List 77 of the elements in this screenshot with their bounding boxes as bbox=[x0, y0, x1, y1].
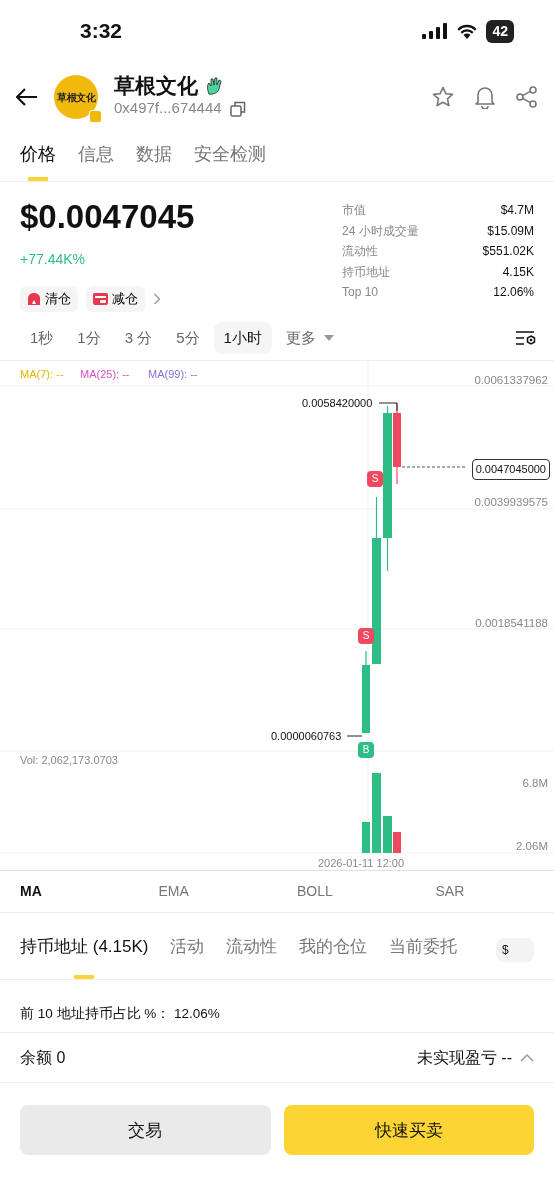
indicator-tab[interactable]: EMA bbox=[138, 880, 277, 903]
sell-marker: S bbox=[367, 471, 383, 487]
volume-axis-label: 6.8M bbox=[522, 776, 548, 791]
tab[interactable]: 流动性 bbox=[226, 920, 278, 979]
interval-tab[interactable]: 更多 bbox=[275, 321, 344, 354]
stat-label: 24 小时成交量 bbox=[342, 222, 419, 240]
indicator-tab[interactable]: BOLL bbox=[277, 880, 416, 903]
high-price-label: 0.0058420000 bbox=[302, 396, 373, 411]
ma-legend: MA(7): -- bbox=[20, 366, 64, 383]
chevron-right-icon[interactable] bbox=[153, 292, 161, 305]
hand-icon bbox=[206, 76, 222, 95]
wallet-icon bbox=[93, 292, 108, 305]
tab[interactable]: 安全检测 bbox=[194, 132, 266, 181]
indicator-tab[interactable]: MA bbox=[0, 880, 139, 903]
current-price-tag: 0.0047045000 bbox=[471, 459, 550, 480]
stat-label: Top 10 bbox=[342, 284, 379, 301]
unrealized-pnl: 未实现盈亏 -- bbox=[416, 1047, 512, 1068]
caret-down-icon bbox=[323, 334, 334, 341]
token-badge-icon bbox=[89, 110, 102, 123]
tag-button[interactable]: 减仓 bbox=[86, 286, 145, 312]
tab[interactable]: 价格 bbox=[20, 132, 56, 181]
current-price-line bbox=[401, 466, 467, 468]
ma-legend: MA(25): -- bbox=[80, 366, 130, 383]
interval-tab[interactable]: 1秒 bbox=[20, 321, 64, 354]
stat-value: $551.02K bbox=[482, 243, 534, 260]
chevron-up-icon[interactable] bbox=[520, 1053, 534, 1063]
tag-button[interactable]: 清仓 bbox=[20, 286, 78, 312]
tab[interactable]: 数据 bbox=[136, 132, 172, 181]
battery-level: 42 bbox=[486, 19, 514, 43]
trade-button[interactable]: 交易 bbox=[20, 1105, 271, 1156]
interval-tab[interactable]: 1小时 bbox=[213, 321, 272, 354]
tab[interactable]: 我的仓位 bbox=[299, 920, 368, 979]
share-icon[interactable] bbox=[516, 86, 538, 108]
price-change: +77.44K% bbox=[20, 250, 86, 269]
time-axis-label: 2026-01-11 12:00 bbox=[318, 856, 405, 871]
status-time: 3:32 bbox=[80, 18, 123, 45]
leader-line bbox=[346, 735, 363, 737]
tab[interactable]: 信息 bbox=[78, 132, 114, 181]
top10-holding-ratio: 前 10 地址持币占比 %： 12.06% bbox=[0, 980, 554, 1034]
stat-value: 12.06% bbox=[493, 284, 534, 301]
sell-marker: S bbox=[358, 628, 374, 644]
buy-marker: B bbox=[358, 742, 374, 758]
signal-icon bbox=[422, 23, 449, 39]
volume-label: Vol: 2,062,173.0703 bbox=[20, 753, 118, 768]
interval-tab[interactable]: 3 分 bbox=[114, 321, 163, 354]
stat-label: 持币地址 bbox=[342, 263, 390, 281]
tab[interactable]: 活动 bbox=[170, 920, 205, 979]
stat-value: $4.7M bbox=[500, 202, 534, 219]
tab[interactable]: 当前委托 bbox=[389, 920, 458, 979]
copy-icon[interactable] bbox=[229, 100, 246, 117]
stat-value: 4.15K bbox=[502, 263, 534, 281]
star-icon[interactable] bbox=[432, 86, 454, 108]
interval-tab[interactable]: 5分 bbox=[166, 321, 210, 354]
token-price: $0.0047045 bbox=[20, 200, 195, 233]
contract-address: 0x497f...674444 bbox=[114, 98, 222, 119]
wifi-icon bbox=[456, 23, 479, 39]
volume-axis-label: 2.06M bbox=[516, 839, 548, 854]
bell-icon[interactable] bbox=[474, 85, 496, 109]
back-icon[interactable] bbox=[16, 88, 38, 106]
fire-house-icon bbox=[27, 292, 41, 306]
low-price-label: 0.0000060763 bbox=[271, 729, 342, 744]
stat-value: $15.09M bbox=[487, 222, 534, 240]
token-name: 草根文化 bbox=[114, 74, 198, 98]
chart-settings-icon[interactable] bbox=[516, 329, 536, 346]
ma-legend: MA(99): -- bbox=[148, 366, 198, 383]
indicator-tab[interactable]: SAR bbox=[415, 880, 554, 903]
leader-line bbox=[378, 402, 398, 412]
balance-text: 余额 0 bbox=[20, 1047, 66, 1068]
y-axis-label: 0.0061337962 bbox=[474, 373, 548, 388]
currency-toggle[interactable]: $ bbox=[496, 937, 534, 962]
tab[interactable]: 持币地址 (4.15K) bbox=[20, 920, 149, 979]
y-axis-label: 0.0039939575 bbox=[474, 495, 548, 510]
stat-label: 流动性 bbox=[342, 243, 378, 260]
y-axis-label: 0.0018541188 bbox=[475, 616, 548, 631]
stat-label: 市值 bbox=[342, 202, 366, 219]
quick-trade-button[interactable]: 快速买卖 bbox=[283, 1105, 534, 1156]
interval-tab[interactable]: 1分 bbox=[67, 321, 111, 354]
